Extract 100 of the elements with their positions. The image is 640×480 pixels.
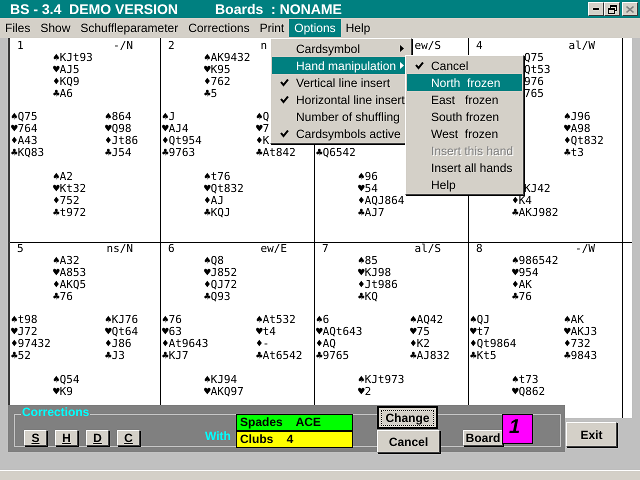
card-holding: ♦Qt9864 bbox=[470, 337, 516, 350]
card-holding: ♣Q93 bbox=[204, 290, 230, 303]
menu-item[interactable]: Schuffleparameter bbox=[75, 19, 184, 37]
card-holding: ♠Q54 bbox=[53, 373, 80, 386]
card-holding: ♠At532 bbox=[256, 313, 296, 326]
board-number: 2 bbox=[167, 40, 176, 52]
vulnerability-dealer: -/W bbox=[574, 243, 595, 255]
close-button[interactable] bbox=[622, 2, 638, 16]
menu-item[interactable]: Insert all hands bbox=[407, 159, 522, 176]
card-holding: ♦97432 bbox=[11, 337, 51, 350]
card-holding: ♥t4 bbox=[256, 325, 276, 338]
suit-button[interactable]: C bbox=[117, 430, 140, 446]
card-holding: ♠KJ94 bbox=[204, 373, 238, 386]
card-holding: ♣At842 bbox=[256, 146, 296, 159]
card-field[interactable]: Clubs 4 bbox=[236, 431, 353, 448]
menu-item[interactable]: Cancel bbox=[407, 57, 522, 74]
card-holding: ♠96 bbox=[358, 170, 378, 183]
card-holding: Q75 bbox=[523, 51, 544, 64]
card-holding: ♥Qt832 bbox=[204, 182, 244, 195]
suit-button[interactable]: S bbox=[24, 430, 47, 446]
card-holding: ♦Jt86 bbox=[105, 134, 138, 147]
card-holding: ♠AQ42 bbox=[410, 313, 444, 326]
card-holding: ♠Q75 bbox=[11, 110, 38, 123]
menu-item[interactable]: South frozen bbox=[407, 108, 522, 125]
card-holding: ♠KJt93 bbox=[53, 51, 93, 64]
menu-item[interactable]: Help bbox=[340, 19, 376, 37]
menu-item[interactable]: West frozen bbox=[407, 125, 522, 142]
vulnerability-dealer: ew/S bbox=[414, 40, 441, 52]
vulnerability-dealer: -/N bbox=[112, 40, 133, 52]
card-holding: ♣AKJ982 bbox=[512, 206, 558, 219]
card-holding: ♣KQ bbox=[358, 290, 378, 303]
card-holding: ♣J3 bbox=[105, 349, 125, 362]
card-holding: ♠AK9432 bbox=[204, 51, 250, 64]
card-holding: ♦Jt986 bbox=[358, 278, 398, 291]
board-number: 1 bbox=[16, 40, 25, 52]
card-field[interactable]: Spades ACE bbox=[236, 414, 353, 431]
card-holding: ♣t3 bbox=[564, 146, 584, 159]
card-holding: ♦AKQ5 bbox=[53, 278, 86, 291]
menu-item[interactable]: Show bbox=[35, 19, 76, 37]
board-number: 6 bbox=[167, 243, 176, 255]
minimize-icon bbox=[593, 8, 599, 10]
card-holding: ♦K4 bbox=[512, 194, 532, 207]
card-holding: ♠Q bbox=[256, 110, 270, 123]
card-holding: ♥A853 bbox=[53, 266, 86, 279]
checkmark-icon bbox=[280, 129, 289, 138]
close-icon bbox=[626, 6, 634, 12]
card-holding: ♥K9 bbox=[53, 385, 73, 398]
card-holding: ♥AQt643 bbox=[316, 325, 362, 338]
menu-item[interactable]: East frozen bbox=[407, 91, 522, 108]
card-holding: ♠85 bbox=[358, 254, 378, 267]
card-holding: ♥75 bbox=[410, 325, 430, 338]
card-holding: ♣AJ832 bbox=[410, 349, 450, 362]
card-holding: ♣Q6542 bbox=[316, 146, 356, 159]
menu-item[interactable]: Cardsymbol bbox=[272, 40, 410, 57]
card-holding: ♦A43 bbox=[11, 134, 38, 147]
window-subtitle: Boards : NONAME bbox=[215, 1, 342, 17]
change-button[interactable]: Change bbox=[377, 406, 438, 429]
vulnerability-dealer: n bbox=[260, 40, 268, 52]
menu-item[interactable]: Files bbox=[0, 19, 36, 37]
vulnerability-dealer: ns/N bbox=[106, 243, 133, 255]
card-holding: ♥AJ5 bbox=[53, 63, 80, 76]
card-holding: ♠J bbox=[162, 110, 176, 123]
menu-item[interactable]: Corrections bbox=[183, 19, 255, 37]
card-holding: ♥AKJ3 bbox=[564, 325, 598, 338]
card-holding: ♥Kt32 bbox=[53, 182, 86, 195]
vulnerability-dealer: ew/E bbox=[260, 243, 287, 255]
card-holding: ♠864 bbox=[105, 110, 132, 123]
card-holding: ♠986542 bbox=[512, 254, 558, 267]
card-holding: ♣9763 bbox=[162, 146, 196, 159]
card-holding: ♦Qt954 bbox=[162, 134, 202, 147]
card-holding: ♠Q8 bbox=[204, 254, 224, 267]
minimize-button[interactable] bbox=[588, 2, 604, 16]
card-holding: ♥KJ98 bbox=[358, 266, 392, 279]
menu-item[interactable]: Help bbox=[407, 176, 522, 193]
card-holding: ♦732 bbox=[564, 337, 590, 350]
card-holding: ♣KQJ bbox=[204, 206, 230, 219]
card-holding: ♠t76 bbox=[204, 170, 230, 183]
suit-button[interactable]: H bbox=[55, 430, 78, 446]
menu-item[interactable]: Print bbox=[254, 19, 290, 37]
card-holding: ♣Kt5 bbox=[470, 349, 496, 362]
checkmark-icon bbox=[415, 61, 424, 70]
card-holding: ♣5 bbox=[204, 87, 218, 100]
card-holding: ♦AQJ864 bbox=[358, 194, 404, 207]
card-holding: ♦762 bbox=[204, 75, 230, 88]
card-holding: ♥AJ4 bbox=[162, 122, 188, 135]
board-number-display: 1 bbox=[502, 414, 533, 444]
menu-item[interactable]: Options bbox=[289, 19, 341, 37]
card-holding: ♦At9643 bbox=[162, 337, 208, 350]
menu-item[interactable]: North frozen bbox=[407, 74, 522, 91]
exit-button[interactable]: Exit bbox=[566, 422, 617, 447]
card-holding: ♠A2 bbox=[53, 170, 73, 183]
panel-title: Corrections bbox=[21, 405, 90, 419]
card-holding: ♠J96 bbox=[564, 110, 590, 123]
cancel-button[interactable]: Cancel bbox=[377, 430, 440, 453]
board-button[interactable]: Board bbox=[463, 430, 503, 446]
board-number: 5 bbox=[16, 243, 25, 255]
restore-button[interactable] bbox=[604, 2, 620, 16]
card-holding: ♦752 bbox=[53, 194, 80, 207]
card-holding: ♦Qt832 bbox=[564, 134, 604, 147]
suit-button[interactable]: D bbox=[86, 430, 109, 446]
